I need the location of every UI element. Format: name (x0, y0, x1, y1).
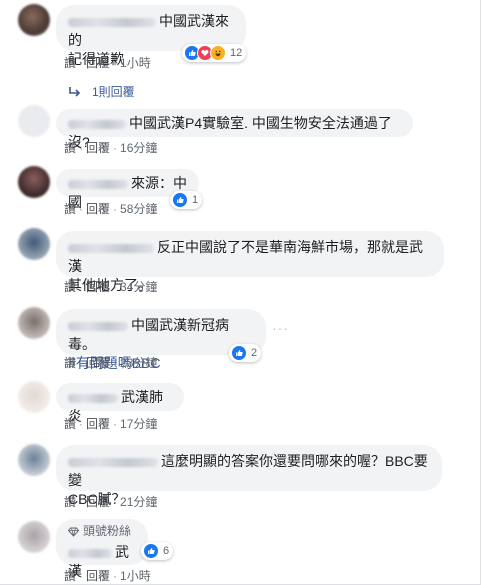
avatar[interactable] (18, 4, 50, 36)
diamond-icon (68, 527, 79, 537)
avatar[interactable] (18, 521, 50, 553)
comment-actions: 讚 · 回覆 · 23分鐘 (64, 356, 158, 370)
commenter-name[interactable] (68, 393, 118, 403)
top-fan-badge[interactable]: 頭號粉絲 (68, 522, 136, 541)
reaction-count: 2 (251, 347, 258, 359)
reaction-summary[interactable]: 6 (141, 542, 174, 560)
commenter-name[interactable] (68, 548, 112, 558)
like-link[interactable]: 讚 (64, 495, 76, 509)
commenter-name[interactable] (68, 321, 128, 331)
like-reaction-icon (143, 543, 159, 559)
like-link[interactable]: 讚 (64, 56, 76, 70)
reply-link[interactable]: 回覆 (86, 280, 110, 294)
timestamp[interactable]: 21分鐘 (120, 495, 157, 509)
replies-count-label: 1則回覆 (92, 85, 135, 99)
like-reaction-icon (172, 192, 188, 208)
comment-actions: 讚 · 回覆 · 34分鐘 (64, 280, 158, 294)
reply-link[interactable]: 回覆 (86, 417, 110, 431)
like-link[interactable]: 讚 (64, 356, 76, 370)
reaction-summary[interactable]: 12 (182, 44, 247, 62)
reaction-count: 6 (163, 545, 170, 557)
haha-reaction-icon (210, 45, 226, 61)
commenter-name[interactable] (68, 179, 128, 189)
avatar[interactable] (18, 228, 50, 260)
comment-bubble: 頭號粉絲 武漢 (56, 519, 148, 579)
comment-actions: 讚 · 回覆 · 58分鐘 (64, 202, 158, 216)
reply-link[interactable]: 回覆 (86, 202, 110, 216)
like-link[interactable]: 讚 (64, 280, 76, 294)
comment-panel: 中國武漢來的 記得道歉 12 讚 · 回覆 · 1小時 1則回覆 中國武漢P4實驗室. … (0, 0, 481, 585)
like-reaction-icon (231, 345, 247, 361)
comment-actions: 讚 · 回覆 · 16分鐘 (64, 141, 158, 155)
timestamp[interactable]: 1小時 (120, 56, 151, 70)
comment-bubble: 這麼明顯的答案你還要問哪來的喔？BBC要變 CBC膩？ (56, 445, 442, 507)
comment-actions: 讚 · 回覆 · 17分鐘 (64, 417, 158, 431)
reply-link[interactable]: 回覆 (86, 495, 110, 509)
timestamp[interactable]: 23分鐘 (120, 356, 157, 370)
reply-arrow-icon (69, 86, 81, 97)
timestamp[interactable]: 58分鐘 (120, 202, 157, 216)
avatar[interactable] (18, 166, 50, 198)
badge-label: 頭號粉絲 (83, 524, 132, 538)
timestamp[interactable]: 17分鐘 (120, 417, 157, 431)
comment-actions: 讚 · 回覆 · 1小時 (64, 569, 151, 583)
comment-bubble: 武漢肺炎 (56, 383, 184, 424)
comment-bubble: 反正中國說了不是華南海鮮市場，那就是武漢 其他地方了。 (56, 231, 444, 293)
like-link[interactable]: 讚 (64, 569, 76, 583)
like-link[interactable]: 讚 (64, 141, 76, 155)
reaction-count: 12 (230, 47, 243, 59)
reaction-summary[interactable]: 1 (170, 191, 203, 209)
reply-link[interactable]: 回覆 (86, 56, 110, 70)
avatar[interactable] (18, 307, 50, 339)
commenter-name[interactable] (68, 119, 126, 129)
reply-link[interactable]: 回覆 (86, 356, 110, 370)
reply-link[interactable]: 回覆 (86, 141, 110, 155)
avatar[interactable] (18, 381, 50, 413)
commenter-name[interactable] (68, 457, 158, 467)
like-link[interactable]: 讚 (64, 417, 76, 431)
avatar[interactable] (18, 444, 50, 476)
reply-link[interactable]: 回覆 (86, 569, 110, 583)
like-link[interactable]: 讚 (64, 202, 76, 216)
comment-actions: 讚 · 回覆 · 1小時 (64, 56, 151, 70)
comment-bubble: 中國武漢P4實驗室. 中國生物安全法通過了沒? (56, 109, 413, 150)
more-options-icon[interactable]: ··· (272, 320, 289, 336)
comment-actions: 讚 · 回覆 · 21分鐘 (64, 495, 158, 509)
reaction-count: 1 (192, 194, 199, 206)
timestamp[interactable]: 34分鐘 (120, 280, 157, 294)
avatar[interactable] (18, 105, 50, 137)
commenter-name[interactable] (68, 17, 156, 27)
commenter-name[interactable] (68, 243, 154, 253)
reaction-summary[interactable]: 2 (229, 344, 262, 362)
timestamp[interactable]: 1小時 (120, 569, 151, 583)
timestamp[interactable]: 16分鐘 (120, 141, 157, 155)
view-replies-link[interactable]: 1則回覆 (68, 83, 135, 100)
